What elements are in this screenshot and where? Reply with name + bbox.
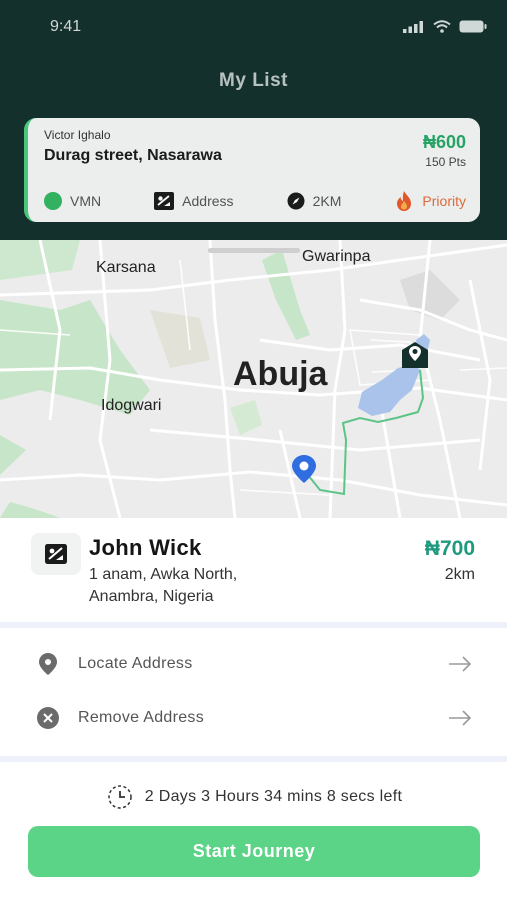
address-card-icon	[45, 544, 67, 564]
list-card-tags: VMN Address 2KM Priority	[44, 190, 466, 212]
delivery-distance: 2km	[444, 566, 475, 583]
locate-address-action[interactable]: Locate Address	[0, 642, 507, 686]
page-title: My List	[219, 70, 288, 91]
address-tag: Address	[154, 192, 234, 210]
countdown-text: 2 Days 3 Hours 34 mins 8 secs left	[144, 788, 403, 805]
signal-icon	[403, 20, 423, 33]
timer-icon	[108, 785, 132, 809]
address-card-icon	[154, 192, 175, 210]
customer-address-line2: Anambra, Nigeria	[89, 588, 214, 605]
map-label-idogwari: Idogwari	[101, 397, 162, 414]
origin-pin-icon[interactable]	[291, 454, 317, 484]
list-card-street: Durag street, Nasarawa	[44, 147, 222, 164]
delivery-price: ₦700	[424, 537, 475, 560]
locate-address-label: Locate Address	[78, 655, 193, 672]
vmn-label: VMN	[70, 193, 102, 209]
destination-marker-icon[interactable]	[400, 338, 430, 372]
section-divider	[0, 622, 507, 628]
arrow-right-icon	[449, 656, 472, 672]
customer-name: John Wick	[89, 535, 202, 560]
list-card-price: ₦600	[422, 132, 466, 152]
address-card-icon-box	[31, 533, 81, 575]
sheet-drag-handle[interactable]	[208, 248, 300, 253]
battery-icon	[459, 20, 487, 33]
vmn-tag: VMN	[44, 192, 101, 210]
countdown-timer: 2 Days 3 Hours 34 mins 8 secs left	[0, 784, 507, 810]
list-card-name: Victor Ighalo	[44, 128, 111, 142]
compass-icon	[287, 192, 305, 210]
list-card[interactable]: Victor Ighalo Durag street, Nasarawa ₦60…	[24, 118, 480, 222]
location-pin-icon	[39, 653, 57, 675]
distance-tag: 2KM	[287, 192, 342, 210]
remove-address-label: Remove Address	[78, 709, 205, 726]
fire-icon	[397, 191, 412, 211]
status-bar: 9:41	[0, 18, 507, 38]
priority-label: Priority	[422, 193, 466, 209]
arrow-right-icon	[449, 710, 472, 726]
distance-label: 2KM	[312, 193, 342, 209]
wifi-icon	[433, 20, 451, 33]
section-divider	[0, 756, 507, 762]
map-label-gwarinpa: Gwarinpa	[302, 248, 371, 265]
address-label: Address	[182, 193, 234, 209]
customer-address-line1: 1 anam, Awka North,	[89, 566, 238, 583]
green-dot-icon	[44, 192, 62, 210]
map-label-karsana: Karsana	[96, 259, 156, 276]
close-circle-icon	[37, 707, 59, 729]
map-label-abuja: Abuja	[233, 355, 328, 393]
list-card-points: 150 Pts	[425, 155, 466, 169]
remove-address-action[interactable]: Remove Address	[0, 696, 507, 740]
start-journey-button[interactable]: Start Journey	[28, 826, 480, 877]
status-time: 9:41	[50, 18, 82, 35]
priority-tag: Priority	[394, 190, 466, 212]
map-view[interactable]: Karsana Gwarinpa Abuja Idogwari	[0, 240, 507, 518]
status-icons	[403, 20, 487, 33]
